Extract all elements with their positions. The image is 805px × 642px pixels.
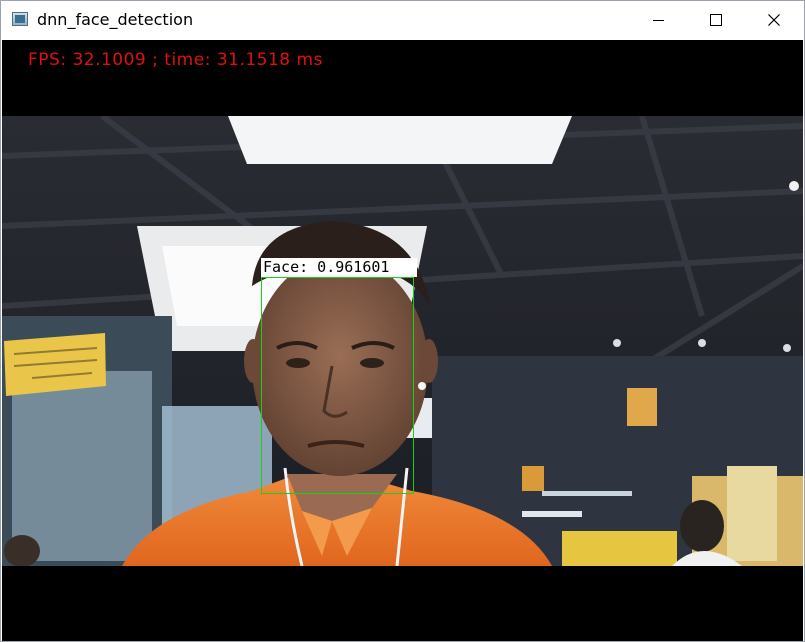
title-bar[interactable]: dnn_face_detection [1,1,804,39]
video-viewport: FPS: 32.1009 ; time: 31.1518 ms Face: 0.… [2,40,803,641]
face-bounding-box [261,277,414,494]
close-button[interactable] [745,1,803,39]
minimize-icon [652,19,664,21]
maximize-button[interactable] [687,1,745,39]
app-window-icon [12,12,28,26]
face-confidence-label: Face: 0.961601 [261,258,417,277]
fps-readout: FPS: 32.1009 ; time: 31.1518 ms [28,50,323,70]
app-window: dnn_face_detection FPS: 32.1009 ; time: … [0,0,805,642]
minimize-button[interactable] [629,1,687,39]
maximize-icon [710,14,722,26]
close-icon [768,14,780,26]
window-title: dnn_face_detection [37,10,194,29]
